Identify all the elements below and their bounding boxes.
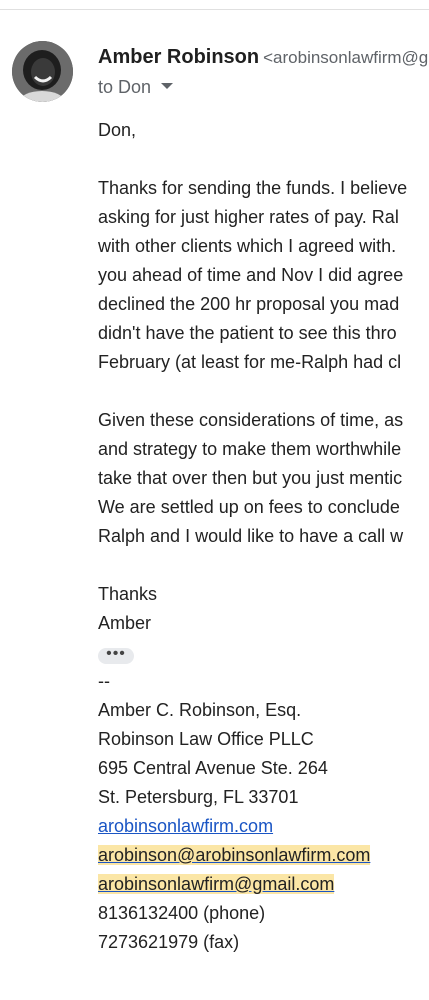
signature-firm: Robinson Law Office PLLC [98, 729, 314, 749]
avatar[interactable] [12, 41, 73, 102]
body-line: and strategy to make them worthwhile [98, 439, 402, 459]
chevron-down-icon[interactable] [161, 83, 174, 90]
body-line: February (at least for me-Ralph had cl [98, 352, 402, 372]
body-line: We are settled up on fees to conclude [98, 497, 400, 517]
signature-address-line1: 695 Central Avenue Ste. 264 [98, 758, 328, 778]
message-header: Amber Robinson<arobinsonlawfirm@gmail.co… [98, 44, 429, 99]
show-trimmed-content-button[interactable]: ••• [98, 645, 134, 664]
email-link-secondary[interactable]: arobinsonlawfirm@gmail.com [98, 874, 335, 894]
body-line: with other clients which I agreed with. [98, 236, 397, 256]
body-line: Ralph and I would like to have a call w [98, 526, 404, 546]
sender-name[interactable]: Amber Robinson [98, 46, 259, 68]
body-line: didn't have the patient to see this thro [98, 323, 397, 343]
body-line: take that over then but you just mentic [98, 468, 403, 488]
signoff-name: Amber [98, 613, 152, 633]
message-body: Don, Thanks for sending the funds. I bel… [98, 116, 429, 957]
more-horiz-icon: ••• [106, 645, 126, 662]
recipients-toggle[interactable]: to Don [98, 75, 429, 99]
signoff: Thanks [98, 584, 158, 604]
sender-line: Amber Robinson<arobinsonlawfirm@gmail.co… [98, 44, 429, 70]
email-link-primary[interactable]: arobinson@arobinsonlawfirm.com [98, 845, 371, 865]
signature-name: Amber C. Robinson, Esq. [98, 700, 302, 720]
to-label: to Don [98, 77, 152, 97]
signature-address-line2: St. Petersburg, FL 33701 [98, 787, 299, 807]
signature-separator: -- [98, 671, 110, 691]
body-line: declined the 200 hr proposal you mad [98, 294, 400, 314]
signature-phone: 8136132400 (phone) [98, 903, 266, 923]
body-line: Thanks for sending the funds. I believe [98, 178, 408, 198]
greeting: Don, [98, 120, 137, 140]
avatar-image [12, 41, 73, 102]
website-link[interactable]: arobinsonlawfirm.com [98, 816, 273, 836]
sender-email[interactable]: <arobinsonlawfirm@gmail.com> [263, 48, 429, 67]
signature-fax: 7273621979 (fax) [98, 932, 240, 952]
top-divider [0, 9, 429, 10]
body-line: you ahead of time and Nov I did agree [98, 265, 404, 285]
body-line: Given these considerations of time, as [98, 410, 404, 430]
body-line: asking for just higher rates of pay. Ral [98, 207, 399, 227]
